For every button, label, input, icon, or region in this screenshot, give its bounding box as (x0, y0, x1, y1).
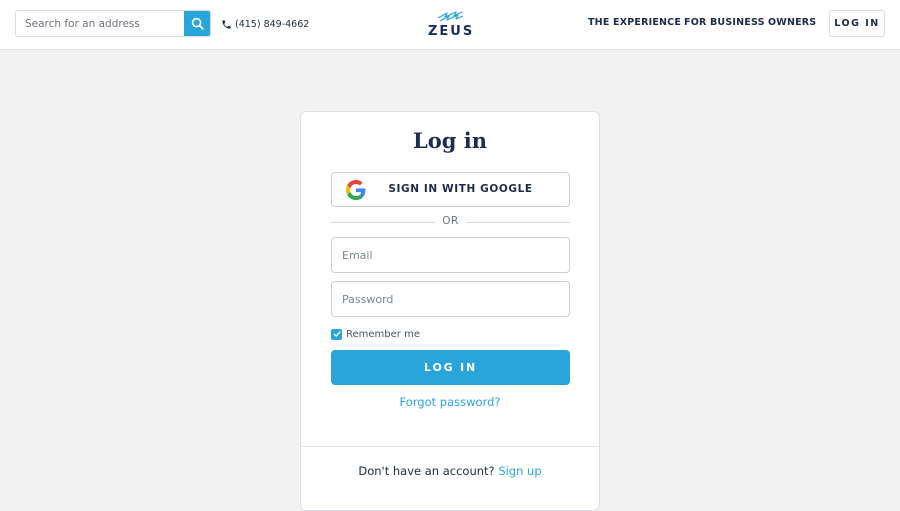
no-account-text: Don't have an account? (358, 464, 495, 478)
card-footer-divider (301, 446, 599, 447)
header-login-button[interactable]: LOG IN (829, 10, 885, 37)
forgot-password-link[interactable]: Forgot password? (301, 395, 599, 409)
nav-for-business[interactable]: FOR BUSINESS (684, 17, 765, 28)
email-field[interactable] (332, 238, 569, 272)
phone-icon (222, 19, 231, 29)
top-header: (415) 849-4662 ZEUS THE EXPERIENCE FOR B… (0, 0, 900, 50)
search-button[interactable] (184, 11, 210, 36)
divider-line-right (466, 222, 570, 223)
remember-me-label: Remember me (346, 328, 420, 340)
logo-wordmark: ZEUS (428, 24, 475, 39)
or-label: OR (442, 215, 459, 227)
signup-prompt: Don't have an account? Sign up (301, 464, 599, 478)
or-divider: OR (331, 214, 570, 230)
zeus-logo[interactable]: ZEUS (428, 9, 472, 39)
login-card: Log in SIGN IN WITH GOOGLE OR Remember m… (300, 111, 600, 511)
login-button[interactable]: LOG IN (331, 350, 570, 385)
phone-contact[interactable]: (415) 849-4662 (221, 16, 309, 32)
page-title: Log in (412, 128, 487, 153)
nav-the-experience[interactable]: THE EXPERIENCE (588, 17, 681, 28)
phone-number: (415) 849-4662 (235, 18, 310, 30)
address-search-input[interactable] (16, 11, 186, 36)
checkmark-icon (333, 331, 341, 337)
password-field-wrapper (331, 281, 570, 317)
password-field[interactable] (332, 282, 569, 316)
remember-me[interactable]: Remember me (331, 327, 420, 341)
address-search (15, 10, 211, 37)
google-sign-in-button[interactable]: SIGN IN WITH GOOGLE (331, 172, 570, 207)
logo-mark (437, 11, 464, 22)
email-field-wrapper (331, 237, 570, 273)
remember-me-checkbox[interactable] (331, 328, 342, 340)
nav-owners[interactable]: OWNERS (768, 17, 816, 28)
google-sign-in-label: SIGN IN WITH GOOGLE (388, 183, 533, 195)
search-icon (191, 17, 204, 30)
signup-link[interactable]: Sign up (498, 464, 541, 478)
